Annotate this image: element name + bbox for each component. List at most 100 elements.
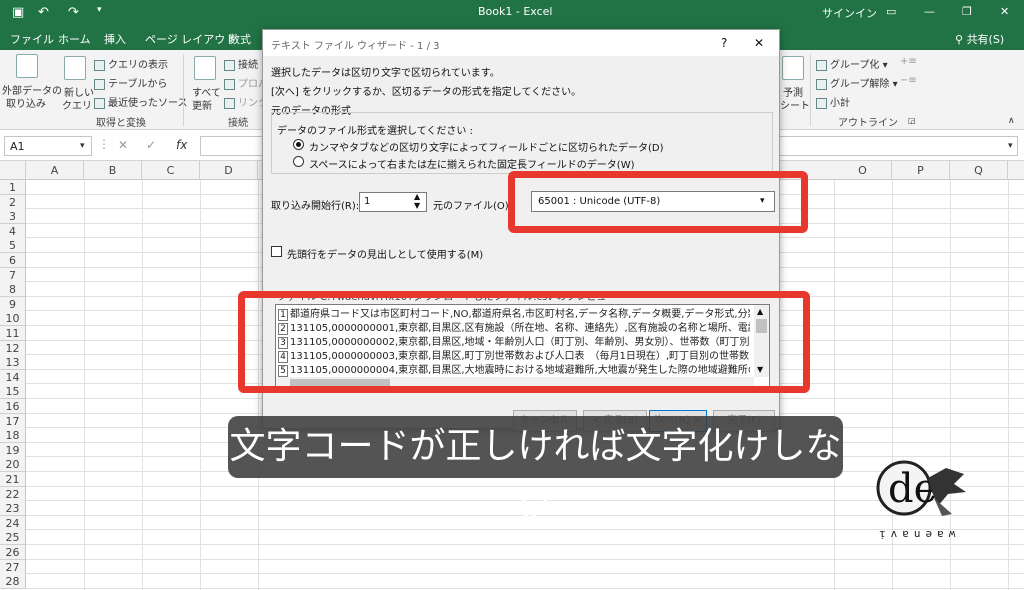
row-header[interactable]: 6 [0, 253, 26, 268]
fixed-width-radio[interactable] [293, 156, 304, 167]
spin-down-icon[interactable]: ▼ [414, 201, 420, 210]
logo-text: waenavi [874, 528, 956, 541]
share-button[interactable]: ⚲ 共有(S) [955, 31, 1004, 47]
from-table-button[interactable]: テーブルから [94, 75, 167, 90]
name-box[interactable]: A1 [4, 136, 92, 156]
new-query-icon[interactable] [64, 56, 86, 80]
row-header[interactable]: 19 [0, 442, 26, 458]
expand-formula-icon[interactable]: ▾ [1008, 141, 1013, 151]
column-header[interactable]: D [200, 161, 258, 180]
refresh-all-label-2[interactable]: 更新 [192, 97, 212, 112]
group-connections: 接続 [228, 118, 248, 129]
show-query-button[interactable]: クエリの表示 [94, 56, 168, 71]
ribbon-display-icon[interactable]: ▭ [886, 5, 896, 18]
row-header[interactable]: 13 [0, 355, 26, 371]
row-header[interactable]: 2 [0, 194, 26, 210]
row-header[interactable]: 28 [0, 574, 26, 590]
row-header[interactable]: 22 [0, 486, 26, 502]
row-header[interactable]: 16 [0, 399, 26, 414]
tab-file[interactable]: ファイル [10, 31, 54, 47]
row-header[interactable]: 3 [0, 209, 26, 225]
column-header[interactable]: B [84, 161, 142, 180]
row-header[interactable]: 18 [0, 428, 26, 444]
fixed-width-label[interactable]: スペースによって右または左に揃えられた固定長フィールドのデータ(W) [309, 156, 635, 171]
header-checkbox-label[interactable]: 先頭行をデータの見出しとして使用する(M) [287, 246, 483, 261]
restore-icon[interactable]: ❐ [962, 5, 972, 18]
origin-label: 元のファイル(O): [433, 201, 513, 212]
row-header[interactable]: 1 [0, 180, 26, 195]
header-checkbox[interactable] [271, 246, 282, 257]
show-detail-icon[interactable]: +≡ [900, 56, 917, 67]
column-header[interactable]: C [142, 161, 200, 180]
column-header[interactable]: P [892, 161, 950, 180]
row-header[interactable]: 24 [0, 515, 26, 531]
gridline [26, 558, 1024, 560]
group-label: グループ化 [830, 60, 880, 71]
external-data-label-2[interactable]: 取り込み [6, 95, 46, 110]
column-header[interactable]: Q [950, 161, 1008, 180]
tab-home[interactable]: ホーム [58, 31, 91, 47]
row-header[interactable]: 8 [0, 282, 26, 298]
more-icon[interactable]: ⋮ [98, 137, 110, 151]
dialog-launcher-icon[interactable]: ◲ [908, 116, 916, 125]
row-header[interactable]: 9 [0, 296, 26, 312]
forecast-label-2[interactable]: シート [780, 97, 810, 112]
group-button[interactable]: グループ化 ▾ [816, 56, 888, 71]
gridline [26, 573, 1024, 575]
column-header[interactable]: A [26, 161, 84, 180]
undo-icon[interactable]: ↶ [38, 5, 49, 20]
start-row-spinner[interactable]: 1 ▲ ▼ [359, 192, 427, 212]
row-header[interactable]: 26 [0, 545, 26, 560]
recent-sources-button[interactable]: 最近使ったソース [94, 94, 188, 109]
row-header[interactable]: 12 [0, 340, 26, 356]
row-header[interactable]: 5 [0, 238, 26, 254]
forecast-icon[interactable] [782, 56, 804, 80]
redo-icon[interactable]: ↷ [68, 5, 79, 20]
cancel-icon[interactable]: ✕ [118, 138, 128, 152]
enter-icon[interactable]: ✓ [146, 138, 156, 152]
insert-function-icon[interactable]: fx [176, 138, 187, 152]
external-data-icon[interactable] [16, 54, 38, 78]
row-header[interactable]: 27 [0, 559, 26, 575]
ungroup-button[interactable]: グループ解除 ▾ [816, 75, 898, 90]
save-icon[interactable]: ▣ [12, 5, 24, 20]
row-header[interactable]: 4 [0, 223, 26, 239]
row-header[interactable]: 21 [0, 472, 26, 487]
delimited-label[interactable]: カンマやタブなどの区切り文字によってフィールドごとに区切られたデータ(D) [309, 139, 664, 154]
signin-link[interactable]: サインイン [822, 5, 877, 21]
connections-button[interactable]: 接続 [224, 56, 258, 71]
svg-text:de: de [888, 466, 937, 512]
row-header[interactable]: 11 [0, 326, 26, 341]
help-icon[interactable]: ? [721, 36, 727, 50]
collapse-ribbon-icon[interactable]: ∧ [1008, 116, 1015, 126]
row-header[interactable]: 17 [0, 413, 26, 429]
row-header[interactable]: 7 [0, 267, 26, 283]
row-header[interactable]: 10 [0, 311, 26, 327]
tab-page-layout[interactable]: ページ レイアウト [145, 31, 236, 47]
tab-insert[interactable]: 挿入 [104, 31, 126, 47]
refresh-all-icon[interactable] [194, 56, 216, 80]
delimited-radio[interactable] [293, 139, 304, 150]
row-header[interactable]: 23 [0, 501, 26, 517]
tab-formulas[interactable]: 数式 [229, 31, 251, 47]
recent-icon [94, 97, 105, 109]
minimize-icon[interactable]: — [924, 5, 935, 18]
subtotal-button[interactable]: 小計 [816, 94, 850, 109]
row-header[interactable]: 15 [0, 384, 26, 400]
dialog-close-icon[interactable]: ✕ [754, 36, 764, 50]
preview-highlight [238, 291, 810, 393]
select-all-corner[interactable] [0, 161, 26, 180]
spin-up-icon[interactable]: ▲ [414, 192, 420, 201]
start-row-label: 取り込み開始行(R): [271, 201, 360, 212]
quick-access-menu-icon[interactable]: ▾ [97, 5, 102, 15]
column-header[interactable]: O [834, 161, 892, 180]
row-header[interactable]: 14 [0, 369, 26, 385]
close-window-icon[interactable]: ✕ [1000, 5, 1009, 18]
title-bar: ▣ ↶ ↷ ▾ Book1 - Excel サインイン ▭ — ❐ ✕ [0, 0, 1024, 26]
row-header[interactable]: 25 [0, 530, 26, 546]
new-query-label-2[interactable]: クエリ [62, 97, 92, 112]
name-box-dropdown-icon[interactable]: ▾ [80, 141, 85, 151]
hide-detail-icon[interactable]: −≡ [900, 75, 917, 86]
row-header[interactable]: 20 [0, 457, 26, 473]
dialog-line-2: [次へ] をクリックするか、区切るデータの形式を指定してください。 [271, 87, 582, 98]
